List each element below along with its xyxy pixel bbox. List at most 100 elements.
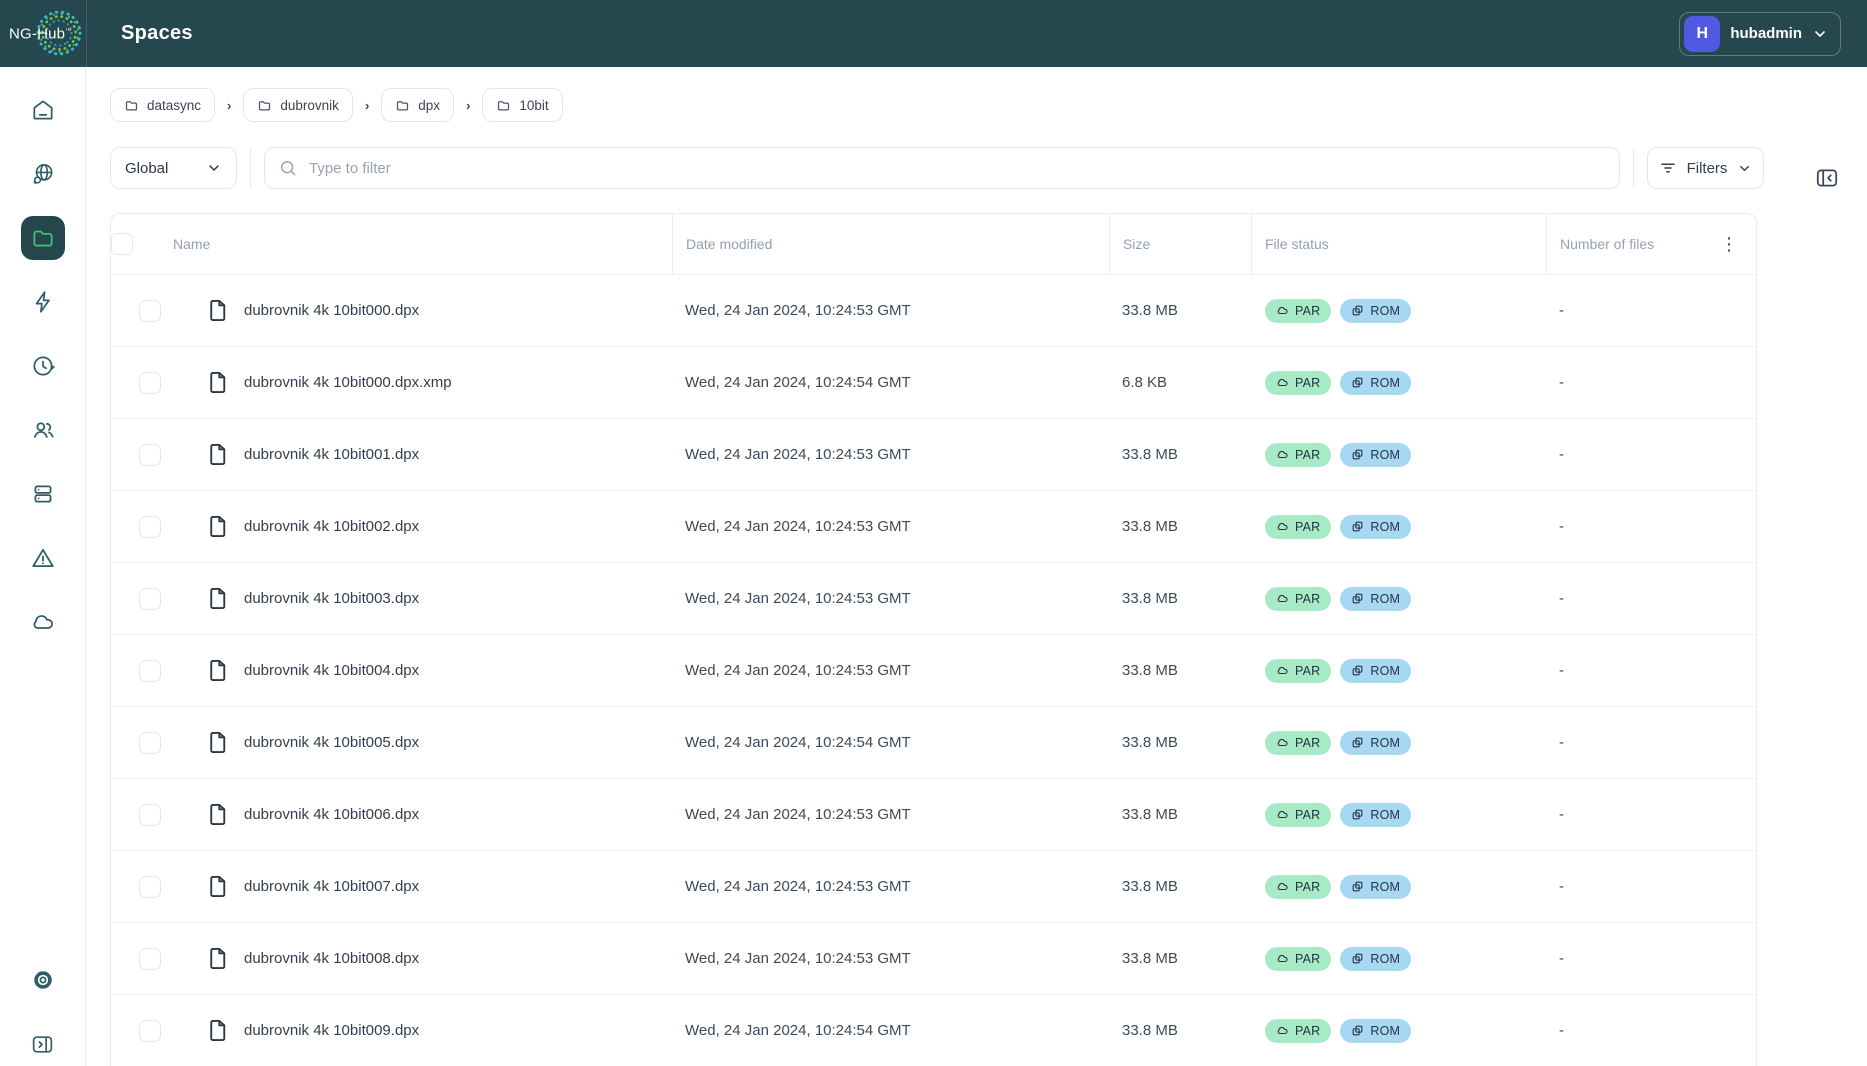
cloud-icon	[1276, 880, 1289, 893]
users-icon	[30, 417, 56, 443]
file-status-cell: PAR ROM	[1251, 803, 1546, 827]
copy-icon	[1351, 448, 1364, 461]
row-checkbox[interactable]	[139, 444, 161, 466]
file-icon	[205, 873, 230, 900]
status-badge-par: PAR	[1265, 299, 1331, 323]
file-name: dubrovnik 4k 10bit009.dpx	[244, 1022, 419, 1039]
file-name: dubrovnik 4k 10bit007.dpx	[244, 878, 419, 895]
sidebar-item-servers[interactable]	[21, 472, 65, 516]
app-logo: NG-Hub™	[0, 0, 86, 67]
column-header-size[interactable]: Size	[1109, 214, 1251, 274]
discover-globe-search-icon	[30, 161, 56, 187]
breadcrumb-item[interactable]: dpx	[381, 88, 454, 122]
sidebar-item-alerts[interactable]	[21, 536, 65, 580]
breadcrumb-item[interactable]: dubrovnik	[243, 88, 353, 122]
column-header-file-status[interactable]: File status	[1251, 214, 1546, 274]
row-checkbox[interactable]	[139, 948, 161, 970]
cloud-icon	[1276, 808, 1289, 821]
file-icon	[205, 801, 230, 828]
copy-icon	[1351, 304, 1364, 317]
sidebar-item-history[interactable]	[21, 344, 65, 388]
table-row[interactable]: dubrovnik 4k 10bit005.dpx Wed, 24 Jan 20…	[111, 706, 1756, 778]
table-row[interactable]: dubrovnik 4k 10bit008.dpx Wed, 24 Jan 20…	[111, 922, 1756, 994]
row-checkbox[interactable]	[139, 300, 161, 322]
filter-input[interactable]	[264, 147, 1620, 189]
toolbar-divider	[1633, 148, 1634, 188]
cloud-icon	[1276, 736, 1289, 749]
cloud-icon	[1276, 304, 1289, 317]
status-badge-par: PAR	[1265, 515, 1331, 539]
copy-icon	[1351, 592, 1364, 605]
file-icon	[205, 945, 230, 972]
row-checkbox[interactable]	[139, 804, 161, 826]
sidebar-item-actions[interactable]	[21, 280, 65, 324]
file-date-modified: Wed, 24 Jan 2024, 10:24:54 GMT	[672, 734, 1109, 751]
sidebar-item-discover[interactable]	[21, 152, 65, 196]
file-icon	[205, 585, 230, 612]
table-row[interactable]: dubrovnik 4k 10bit000.dpx.xmp Wed, 24 Ja…	[111, 346, 1756, 418]
file-name: dubrovnik 4k 10bit003.dpx	[244, 590, 419, 607]
user-menu[interactable]: H hubadmin	[1679, 12, 1841, 56]
file-name: dubrovnik 4k 10bit006.dpx	[244, 806, 419, 823]
file-count: -	[1546, 302, 1756, 319]
table-row[interactable]: dubrovnik 4k 10bit001.dpx Wed, 24 Jan 20…	[111, 418, 1756, 490]
sidebar-collapse-button[interactable]	[21, 1022, 65, 1066]
file-icon	[205, 729, 230, 756]
column-header-number-of-files[interactable]: Number of files	[1560, 236, 1654, 252]
sidebar-item-users[interactable]	[21, 408, 65, 452]
file-count: -	[1546, 446, 1756, 463]
search-icon	[278, 158, 298, 178]
row-checkbox[interactable]	[139, 588, 161, 610]
scope-select[interactable]: Global	[110, 147, 237, 189]
status-badge-rom: ROM	[1340, 875, 1411, 899]
column-header-name[interactable]: Name	[173, 214, 672, 274]
row-checkbox[interactable]	[139, 876, 161, 898]
sidebar-item-cloud[interactable]	[21, 600, 65, 644]
file-date-modified: Wed, 24 Jan 2024, 10:24:53 GMT	[672, 518, 1109, 535]
top-bar: NG-Hub™ Spaces H hubadmin	[0, 0, 1867, 67]
file-name: dubrovnik 4k 10bit000.dpx.xmp	[244, 374, 452, 391]
row-checkbox[interactable]	[139, 516, 161, 538]
table-row[interactable]: dubrovnik 4k 10bit000.dpx Wed, 24 Jan 20…	[111, 274, 1756, 346]
right-panel-toggle[interactable]	[1814, 165, 1840, 194]
table-row[interactable]: dubrovnik 4k 10bit003.dpx Wed, 24 Jan 20…	[111, 562, 1756, 634]
breadcrumb-item[interactable]: datasync	[110, 88, 215, 122]
sidebar	[0, 67, 86, 1066]
column-header-date-modified[interactable]: Date modified	[672, 214, 1109, 274]
file-status-cell: PAR ROM	[1251, 515, 1546, 539]
table-row[interactable]: dubrovnik 4k 10bit002.dpx Wed, 24 Jan 20…	[111, 490, 1756, 562]
select-all-checkbox[interactable]	[111, 233, 133, 255]
file-date-modified: Wed, 24 Jan 2024, 10:24:53 GMT	[672, 662, 1109, 679]
table-row[interactable]: dubrovnik 4k 10bit007.dpx Wed, 24 Jan 20…	[111, 850, 1756, 922]
row-checkbox[interactable]	[139, 660, 161, 682]
breadcrumb-separator-icon: ›	[466, 98, 470, 113]
sidebar-item-settings[interactable]	[21, 958, 65, 1002]
sidebar-item-home[interactable]	[21, 88, 65, 132]
breadcrumb-item[interactable]: 10bit	[482, 88, 562, 122]
file-status-cell: PAR ROM	[1251, 1019, 1546, 1043]
row-checkbox[interactable]	[139, 372, 161, 394]
filters-button[interactable]: Filters	[1647, 147, 1764, 189]
status-badge-par: PAR	[1265, 875, 1331, 899]
file-name: dubrovnik 4k 10bit005.dpx	[244, 734, 419, 751]
status-badge-par: PAR	[1265, 731, 1331, 755]
row-checkbox[interactable]	[139, 732, 161, 754]
breadcrumb-label: datasync	[147, 98, 201, 113]
table-row[interactable]: dubrovnik 4k 10bit006.dpx Wed, 24 Jan 20…	[111, 778, 1756, 850]
copy-icon	[1351, 880, 1364, 893]
chevron-down-icon	[1812, 26, 1828, 42]
sidebar-item-files[interactable]	[21, 216, 65, 260]
copy-icon	[1351, 1024, 1364, 1037]
breadcrumb-separator-icon: ›	[227, 98, 231, 113]
copy-icon	[1351, 736, 1364, 749]
table-options-kebab-icon[interactable]: ⋮	[1720, 235, 1738, 253]
actions-lightning-icon	[30, 289, 56, 315]
expand-panel-icon	[1814, 165, 1840, 191]
status-badge-rom: ROM	[1340, 1019, 1411, 1043]
row-checkbox[interactable]	[139, 1020, 161, 1042]
file-status-cell: PAR ROM	[1251, 443, 1546, 467]
filters-label: Filters	[1687, 160, 1728, 177]
table-row[interactable]: dubrovnik 4k 10bit004.dpx Wed, 24 Jan 20…	[111, 634, 1756, 706]
table-row[interactable]: dubrovnik 4k 10bit009.dpx Wed, 24 Jan 20…	[111, 994, 1756, 1066]
status-badge-par: PAR	[1265, 443, 1331, 467]
